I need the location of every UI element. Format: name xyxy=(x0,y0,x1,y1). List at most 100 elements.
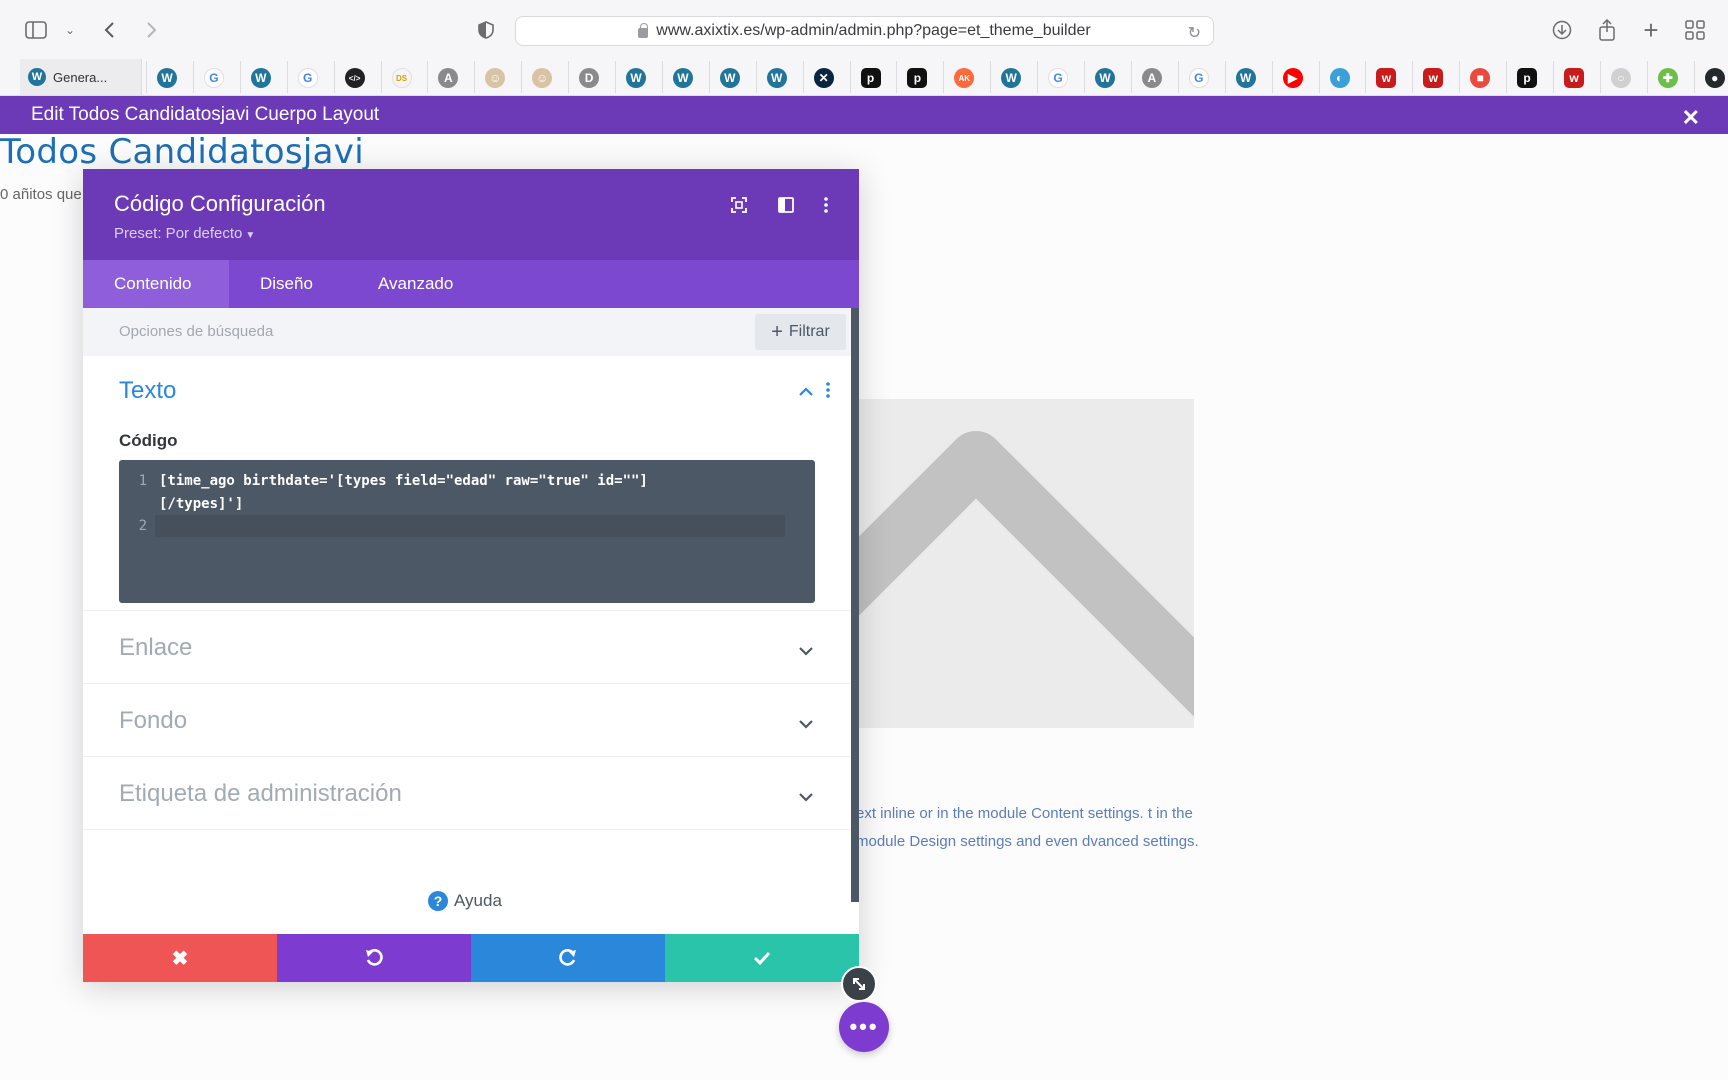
image-placeholder xyxy=(856,399,1194,728)
split-view-icon[interactable] xyxy=(774,193,798,217)
circle-icon[interactable]: ○ xyxy=(1610,68,1631,88)
a-icon[interactable]: A xyxy=(438,68,459,88)
wordpress-icon[interactable]: W xyxy=(1095,68,1115,88)
reload-icon[interactable]: ↻ xyxy=(1188,23,1201,43)
chevron-down-icon[interactable]: ⌄ xyxy=(56,16,84,44)
w-icon[interactable]: w xyxy=(1564,68,1584,88)
wordpress-icon[interactable]: W xyxy=(766,68,787,88)
section-divider xyxy=(83,829,851,830)
bookmark-separator xyxy=(1365,61,1367,93)
bookmark-separator xyxy=(1553,61,1554,93)
preset-selector[interactable]: Preset: Por defecto ▼ xyxy=(114,225,255,242)
section-divider xyxy=(83,756,851,757)
modal-header: Código Configuración Preset: Por defecto… xyxy=(83,169,859,260)
code-editor[interactable]: 1 [time_ago birthdate='[types field="eda… xyxy=(119,460,815,603)
cancel-button[interactable]: ✖ xyxy=(83,934,277,982)
ak-icon[interactable]: AK xyxy=(954,68,975,88)
filter-button[interactable]: + Filtrar xyxy=(755,314,846,350)
download-icon[interactable] xyxy=(1548,16,1576,44)
more-options-icon[interactable] xyxy=(814,193,838,217)
wordpress-icon[interactable]: W xyxy=(672,68,693,88)
bookmark-label: Genera... xyxy=(53,69,108,85)
tab-overview-icon[interactable] xyxy=(1681,16,1709,44)
sidebar-toggle-icon[interactable] xyxy=(22,16,50,44)
options-search-bar: Opciones de búsqueda + Filtrar xyxy=(83,308,851,356)
wordpress-icon[interactable]: W xyxy=(719,68,740,88)
help-link[interactable]: ? Ayuda xyxy=(428,891,502,911)
search-input[interactable]: Opciones de búsqueda xyxy=(119,323,273,340)
section-title-etiqueta[interactable]: Etiqueta de administración xyxy=(119,780,402,808)
forward-arrow-icon[interactable] xyxy=(138,16,166,44)
ds-icon[interactable]: DS xyxy=(391,68,412,88)
github-icon[interactable]: ● xyxy=(1704,68,1725,88)
fullscreen-icon[interactable] xyxy=(727,193,751,217)
new-tab-icon[interactable]: + xyxy=(1637,15,1665,45)
bookmark-separator xyxy=(1412,61,1414,93)
tab-avanzado[interactable]: Avanzado xyxy=(378,260,453,308)
section-options-icon[interactable] xyxy=(826,382,830,403)
chevron-down-icon[interactable] xyxy=(798,716,814,734)
help-icon: ? xyxy=(428,891,448,911)
share-icon[interactable] xyxy=(1593,16,1621,44)
redo-button[interactable] xyxy=(471,934,665,982)
bookmark-separator xyxy=(849,61,851,93)
wordpress-icon: W xyxy=(28,68,46,86)
save-button[interactable] xyxy=(665,934,859,982)
bookmark-separator xyxy=(802,61,804,93)
x-icon[interactable]: ✕ xyxy=(813,68,834,88)
wordpress-icon[interactable]: W xyxy=(1235,68,1256,88)
wordpress-icon[interactable]: W xyxy=(626,68,646,88)
field-label-codigo: Código xyxy=(119,431,178,450)
section-divider xyxy=(83,683,851,684)
line-number: 1 xyxy=(138,473,147,489)
address-bar[interactable]: www.axixtix.es/wp-admin/admin.php?page=e… xyxy=(515,16,1214,46)
google-icon[interactable]: G xyxy=(297,68,318,88)
settings-scroll-area[interactable]: Texto Código 1 [time_ago birthdate='[typ… xyxy=(83,356,851,934)
bookmark-separator xyxy=(1224,61,1226,93)
bookmark-separator xyxy=(1177,61,1179,93)
gift-icon[interactable]: ■ xyxy=(1470,68,1491,88)
help-label: Ayuda xyxy=(454,891,502,910)
code-icon[interactable]: </> xyxy=(344,68,365,88)
chevron-down-icon[interactable] xyxy=(798,643,814,661)
p-icon[interactable]: p xyxy=(1517,68,1538,88)
google-icon[interactable]: G xyxy=(1188,68,1209,88)
bookmark-separator xyxy=(521,61,523,93)
d-icon[interactable]: D xyxy=(579,68,600,88)
grid-icon[interactable]: ✚ xyxy=(1657,68,1678,88)
wordpress-icon[interactable]: W xyxy=(250,68,271,88)
a-icon[interactable]: A xyxy=(1141,68,1162,88)
google-icon[interactable]: G xyxy=(203,68,224,88)
bookmark-genera[interactable]: W Genera... xyxy=(20,59,142,95)
section-title-enlace[interactable]: Enlace xyxy=(119,634,192,662)
avatar-icon[interactable]: ☺ xyxy=(532,68,553,88)
close-icon[interactable]: ✕ xyxy=(1682,105,1700,131)
resize-handle-icon[interactable] xyxy=(841,966,877,1002)
avatar-icon[interactable]: ☺ xyxy=(485,68,506,88)
chevron-up-icon[interactable] xyxy=(798,384,814,402)
section-title-fondo[interactable]: Fondo xyxy=(119,707,187,735)
tab-contenido[interactable]: Contenido xyxy=(83,260,229,308)
divi-builder-bar: Edit Todos Candidatosjavi Cuerpo Layout … xyxy=(0,96,1728,134)
scrollbar[interactable] xyxy=(851,308,859,902)
globe-icon[interactable]: ◐ xyxy=(1329,68,1350,88)
chevron-down-icon[interactable] xyxy=(798,789,814,807)
wordpress-icon[interactable]: W xyxy=(157,68,177,88)
privacy-shield-icon[interactable] xyxy=(472,16,500,44)
wordpress-icon[interactable]: W xyxy=(1001,68,1022,88)
code-line-1: [time_ago birthdate='[types field="edad"… xyxy=(159,473,648,489)
bookmark-separator xyxy=(427,61,429,93)
preset-label: Preset: Por defecto xyxy=(114,225,243,242)
google-icon[interactable]: G xyxy=(1048,68,1069,88)
p-icon[interactable]: p xyxy=(860,68,881,88)
section-title-texto[interactable]: Texto xyxy=(119,377,176,405)
undo-button[interactable] xyxy=(277,934,471,982)
tab-diseno[interactable]: Diseño xyxy=(260,260,313,308)
back-arrow-icon[interactable] xyxy=(95,16,123,44)
p-icon[interactable]: p xyxy=(907,68,928,88)
more-actions-button[interactable]: ••• xyxy=(839,1002,889,1052)
youtube-icon[interactable]: ▶ xyxy=(1282,68,1303,88)
w-icon[interactable]: w xyxy=(1423,68,1444,88)
w-icon[interactable]: w xyxy=(1376,68,1397,88)
bookmark-separator xyxy=(1037,61,1039,93)
